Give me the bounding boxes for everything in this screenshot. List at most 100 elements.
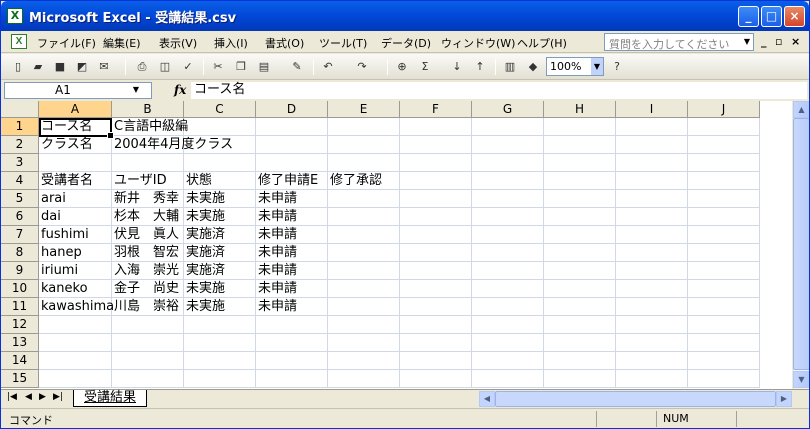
cell-i3[interactable]: [616, 154, 688, 172]
cut-icon[interactable]: ✂: [209, 58, 227, 76]
cell-a4[interactable]: 受講者名: [39, 172, 112, 190]
cell-i7[interactable]: [616, 226, 688, 244]
cell-d8[interactable]: 未申請: [256, 244, 328, 262]
cell-g6[interactable]: [472, 208, 544, 226]
row-header-7[interactable]: 7: [1, 226, 39, 244]
cell-d7[interactable]: 未申請: [256, 226, 328, 244]
cell-f2[interactable]: [400, 136, 472, 154]
menu-data[interactable]: データ(D): [381, 35, 431, 51]
cell-f14[interactable]: [400, 352, 472, 370]
horizontal-scroll-thumb[interactable]: [495, 391, 776, 407]
cell-h4[interactable]: [544, 172, 616, 190]
cell-d9[interactable]: 未申請: [256, 262, 328, 280]
cell-e15[interactable]: [328, 370, 400, 388]
sort-descending-icon[interactable]: ↑: [471, 58, 489, 76]
cell-b10[interactable]: 金子 尚史: [112, 280, 184, 298]
cell-i13[interactable]: [616, 334, 688, 352]
chart-wizard-icon[interactable]: ▥: [501, 58, 519, 76]
menu-insert[interactable]: 挿入(I): [214, 35, 248, 51]
cell-j4[interactable]: [688, 172, 760, 190]
cell-i4[interactable]: [616, 172, 688, 190]
cell-j6[interactable]: [688, 208, 760, 226]
cell-f9[interactable]: [400, 262, 472, 280]
excel-app-icon[interactable]: X: [7, 8, 23, 24]
cell-a11[interactable]: kawashima: [39, 298, 114, 316]
next-sheet-icon[interactable]: ▶: [39, 392, 46, 402]
cell-b6[interactable]: 杉本 大輔: [112, 208, 184, 226]
cell-g13[interactable]: [472, 334, 544, 352]
cell-i6[interactable]: [616, 208, 688, 226]
cell-i1[interactable]: [616, 118, 688, 136]
cell-f12[interactable]: [400, 316, 472, 334]
cell-j11[interactable]: [688, 298, 760, 316]
cell-g10[interactable]: [472, 280, 544, 298]
cell-g15[interactable]: [472, 370, 544, 388]
format-painter-icon[interactable]: ✎: [288, 58, 306, 76]
cell-d2[interactable]: [256, 136, 328, 154]
row-header-9[interactable]: 9: [1, 262, 39, 280]
cell-c8[interactable]: 実施済: [184, 244, 256, 262]
workbook-minimize-button[interactable]: _: [761, 35, 767, 48]
cell-f1[interactable]: [400, 118, 472, 136]
cell-f3[interactable]: [400, 154, 472, 172]
cell-h1[interactable]: [544, 118, 616, 136]
cell-i12[interactable]: [616, 316, 688, 334]
prev-sheet-icon[interactable]: ◀: [25, 392, 32, 402]
cell-a14[interactable]: [39, 352, 112, 370]
cell-g14[interactable]: [472, 352, 544, 370]
cell-b4[interactable]: ユーザID: [112, 172, 184, 190]
cell-b15[interactable]: [112, 370, 184, 388]
undo-icon[interactable]: ↶: [319, 58, 337, 76]
cell-e4[interactable]: 修了承認: [328, 172, 400, 190]
row-header-1[interactable]: 1: [1, 118, 39, 136]
permission-icon[interactable]: ◩: [73, 58, 91, 76]
select-all-corner[interactable]: [1, 101, 39, 118]
cell-d11[interactable]: 未申請: [256, 298, 328, 316]
maximize-button[interactable]: □: [761, 6, 782, 27]
cell-a13[interactable]: [39, 334, 112, 352]
cell-h15[interactable]: [544, 370, 616, 388]
menu-view[interactable]: 表示(V): [159, 35, 197, 51]
cell-a3[interactable]: [39, 154, 112, 172]
cell-g5[interactable]: [472, 190, 544, 208]
cell-g2[interactable]: [472, 136, 544, 154]
menu-format[interactable]: 書式(O): [265, 35, 304, 51]
cell-f13[interactable]: [400, 334, 472, 352]
cell-e12[interactable]: [328, 316, 400, 334]
formula-input[interactable]: コース名: [191, 82, 807, 99]
workbook-restore-button[interactable]: ▫: [775, 35, 782, 48]
cell-h13[interactable]: [544, 334, 616, 352]
cell-b1[interactable]: C言語中級編: [112, 118, 188, 136]
cell-d4[interactable]: 修了申請E: [256, 172, 328, 190]
cell-i14[interactable]: [616, 352, 688, 370]
cell-d5[interactable]: 未申請: [256, 190, 328, 208]
cell-i8[interactable]: [616, 244, 688, 262]
cell-f7[interactable]: [400, 226, 472, 244]
cell-b9[interactable]: 入海 崇光: [112, 262, 184, 280]
cell-f8[interactable]: [400, 244, 472, 262]
cell-j8[interactable]: [688, 244, 760, 262]
cell-j7[interactable]: [688, 226, 760, 244]
cell-e2[interactable]: [328, 136, 400, 154]
cell-c14[interactable]: [184, 352, 256, 370]
cell-c9[interactable]: 実施済: [184, 262, 256, 280]
row-header-5[interactable]: 5: [1, 190, 39, 208]
cell-i15[interactable]: [616, 370, 688, 388]
cell-h7[interactable]: [544, 226, 616, 244]
cell-g4[interactable]: [472, 172, 544, 190]
cell-b12[interactable]: [112, 316, 184, 334]
cell-e6[interactable]: [328, 208, 400, 226]
cell-h5[interactable]: [544, 190, 616, 208]
cell-j9[interactable]: [688, 262, 760, 280]
cell-e3[interactable]: [328, 154, 400, 172]
cell-b5[interactable]: 新井 秀幸: [112, 190, 184, 208]
cell-j15[interactable]: [688, 370, 760, 388]
cell-c12[interactable]: [184, 316, 256, 334]
cell-j1[interactable]: [688, 118, 760, 136]
row-header-8[interactable]: 8: [1, 244, 39, 262]
cell-c11[interactable]: 未実施: [184, 298, 256, 316]
row-header-4[interactable]: 4: [1, 172, 39, 190]
cell-a12[interactable]: [39, 316, 112, 334]
help-question-input[interactable]: 質問を入力してください: [604, 33, 754, 51]
row-header-10[interactable]: 10: [1, 280, 39, 298]
